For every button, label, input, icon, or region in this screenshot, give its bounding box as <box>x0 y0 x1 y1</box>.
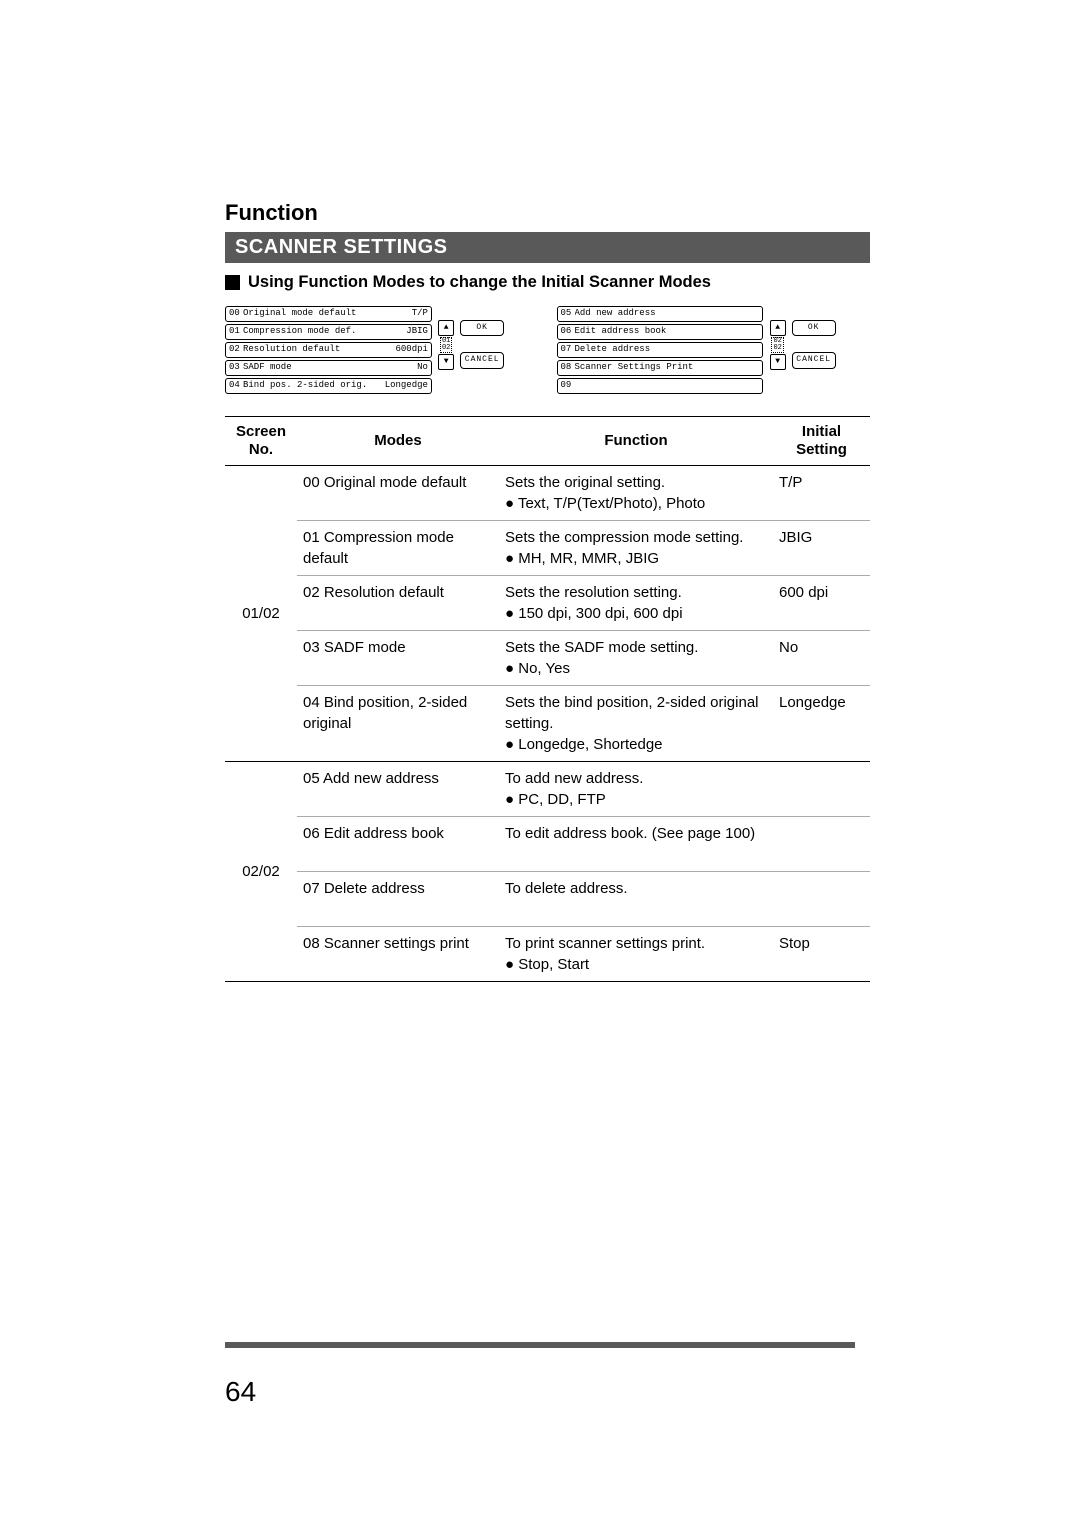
mode-cell: 01 Compression mode default <box>297 521 499 576</box>
page-number: 64 <box>225 1376 256 1408</box>
settings-table: Screen No. Modes Function Initial Settin… <box>225 416 870 982</box>
page-heading: Function <box>225 200 870 226</box>
page-indicator: 02 02 <box>771 337 783 353</box>
table-row: 07 Delete address To delete address. <box>225 872 870 927</box>
screen-cell: 02/02 <box>225 762 297 982</box>
table-row: 02/02 05 Add new address To add new addr… <box>225 762 870 817</box>
init-cell: JBIG <box>773 521 870 576</box>
col-initial: Initial Setting <box>773 417 870 466</box>
screen-cell: 01/02 <box>225 466 297 762</box>
table-row: 06 Edit address book To edit address boo… <box>225 817 870 872</box>
ok-button[interactable]: OK <box>792 320 836 336</box>
table-row: 04 Bind position, 2-sided original Sets … <box>225 686 870 762</box>
cancel-button[interactable]: CANCEL <box>460 352 504 368</box>
table-row: 01/02 00 Original mode default Sets the … <box>225 466 870 521</box>
list-item: 00Original mode defaultT/P <box>225 306 432 322</box>
screenshot-left: 00Original mode defaultT/P 01Compression… <box>225 306 539 396</box>
list-item: 05Add new address <box>557 306 764 322</box>
down-arrow-icon[interactable]: ▼ <box>770 354 786 370</box>
section-title-bar: SCANNER SETTINGS <box>225 232 870 263</box>
square-bullet-icon <box>225 275 240 290</box>
table-row: 02 Resolution default Sets the resolutio… <box>225 576 870 631</box>
col-screen: Screen No. <box>225 417 297 466</box>
table-row: 03 SADF mode Sets the SADF mode setting.… <box>225 631 870 686</box>
mode-cell: 05 Add new address <box>297 762 499 817</box>
list-item: 06Edit address book <box>557 324 764 340</box>
init-cell: No <box>773 631 870 686</box>
cancel-button[interactable]: CANCEL <box>792 352 836 368</box>
func-cell: To edit address book. (See page 100) <box>499 817 773 872</box>
func-cell: Sets the SADF mode setting.No, Yes <box>499 631 773 686</box>
screenshot-right: 05Add new address 06Edit address book 07… <box>557 306 871 396</box>
up-arrow-icon[interactable]: ▲ <box>438 320 454 336</box>
init-cell <box>773 762 870 817</box>
footer-rule <box>225 1342 855 1348</box>
init-cell <box>773 872 870 927</box>
mode-cell: 07 Delete address <box>297 872 499 927</box>
list-item: 04Bind pos. 2-sided orig.Longedge <box>225 378 432 394</box>
list-item: 08Scanner Settings Print <box>557 360 764 376</box>
func-cell: To add new address.PC, DD, FTP <box>499 762 773 817</box>
func-cell: Sets the original setting.Text, T/P(Text… <box>499 466 773 521</box>
sub-heading-text: Using Function Modes to change the Initi… <box>248 273 711 292</box>
func-cell: Sets the bind position, 2-sided original… <box>499 686 773 762</box>
list-item: 02Resolution default600dpi <box>225 342 432 358</box>
func-cell: To delete address. <box>499 872 773 927</box>
list-item: 01Compression mode def.JBIG <box>225 324 432 340</box>
list-item: 09 <box>557 378 764 394</box>
table-row: 08 Scanner settings print To print scann… <box>225 927 870 982</box>
sub-heading: Using Function Modes to change the Initi… <box>225 273 870 292</box>
col-modes: Modes <box>297 417 499 466</box>
down-arrow-icon[interactable]: ▼ <box>438 354 454 370</box>
table-row: 01 Compression mode default Sets the com… <box>225 521 870 576</box>
screenshot-row: 00Original mode defaultT/P 01Compression… <box>225 306 870 396</box>
mode-cell: 06 Edit address book <box>297 817 499 872</box>
mode-cell: 08 Scanner settings print <box>297 927 499 982</box>
func-cell: Sets the resolution setting.150 dpi, 300… <box>499 576 773 631</box>
list-item: 07Delete address <box>557 342 764 358</box>
col-function: Function <box>499 417 773 466</box>
up-arrow-icon[interactable]: ▲ <box>770 320 786 336</box>
mode-cell: 04 Bind position, 2-sided original <box>297 686 499 762</box>
ok-button[interactable]: OK <box>460 320 504 336</box>
init-cell: Stop <box>773 927 870 982</box>
mode-cell: 03 SADF mode <box>297 631 499 686</box>
init-cell: 600 dpi <box>773 576 870 631</box>
init-cell: Longedge <box>773 686 870 762</box>
init-cell: T/P <box>773 466 870 521</box>
mode-cell: 02 Resolution default <box>297 576 499 631</box>
init-cell <box>773 817 870 872</box>
page-indicator: 01 02 <box>440 337 452 353</box>
func-cell: To print scanner settings print.Stop, St… <box>499 927 773 982</box>
list-item: 03SADF modeNo <box>225 360 432 376</box>
func-cell: Sets the compression mode setting.MH, MR… <box>499 521 773 576</box>
mode-cell: 00 Original mode default <box>297 466 499 521</box>
